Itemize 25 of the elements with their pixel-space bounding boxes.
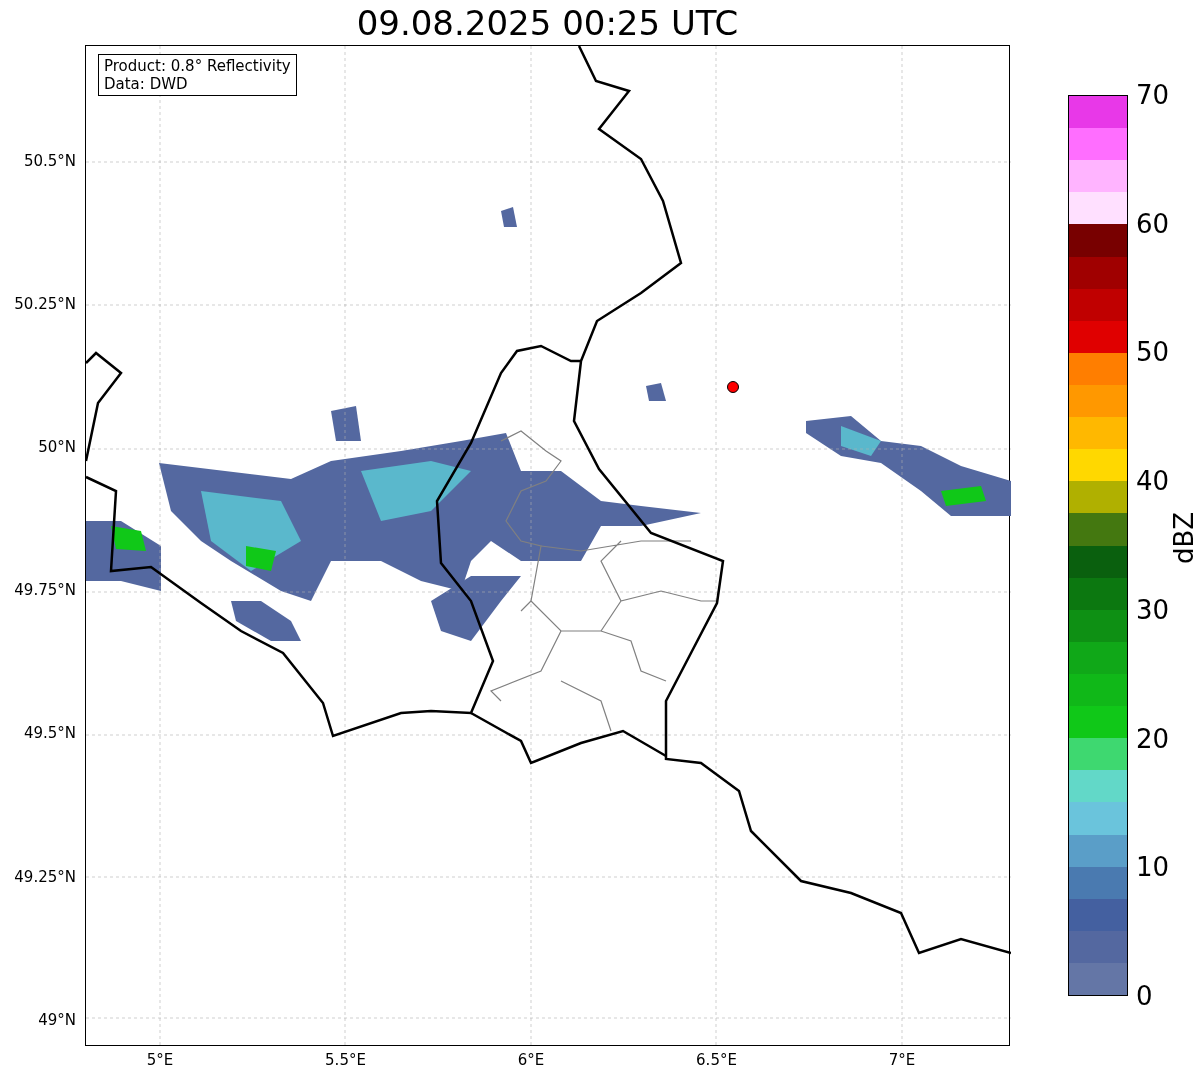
longitude-label: 5°E: [146, 1053, 174, 1068]
colorbar-tick-label: 70: [1136, 82, 1170, 108]
latitude-label: 50.25°N: [14, 297, 76, 313]
plot-title: 09.08.2025 00:25 UTC: [356, 5, 739, 40]
longitude-label: 6.5°E: [696, 1053, 737, 1068]
latitude-label: 49°N: [38, 1012, 76, 1028]
latitude-label: 49.25°N: [14, 869, 76, 885]
colorbar-tick-label: 60: [1136, 210, 1170, 237]
station-marker: [727, 381, 739, 393]
colorbar-label: dBZ: [1171, 511, 1198, 565]
longitude-label: 7°E: [888, 1053, 916, 1068]
longitude-label: 6°E: [517, 1053, 545, 1068]
info-text: Data: DWD: [104, 75, 189, 93]
info-text: Product: 0.8° Reflectivity: [104, 57, 291, 75]
longitude-label: 5.5°E: [325, 1053, 366, 1068]
colorbar-tick-label: 40: [1136, 468, 1170, 495]
colorbar-tick-label: 50: [1136, 339, 1170, 366]
latitude-label: 50.5°N: [23, 154, 76, 169]
latitude-label: 49.5°N: [23, 726, 76, 742]
latitude-label: 49.75°N: [14, 583, 76, 599]
colorbar-tick-label: 10: [1136, 854, 1170, 881]
colorbar-tick-label: 20: [1136, 725, 1170, 752]
colorbar-tick-label: 0: [1136, 983, 1153, 1009]
latitude-label: 50°N: [38, 440, 76, 456]
colorbar-tick-label: 30: [1136, 596, 1170, 623]
